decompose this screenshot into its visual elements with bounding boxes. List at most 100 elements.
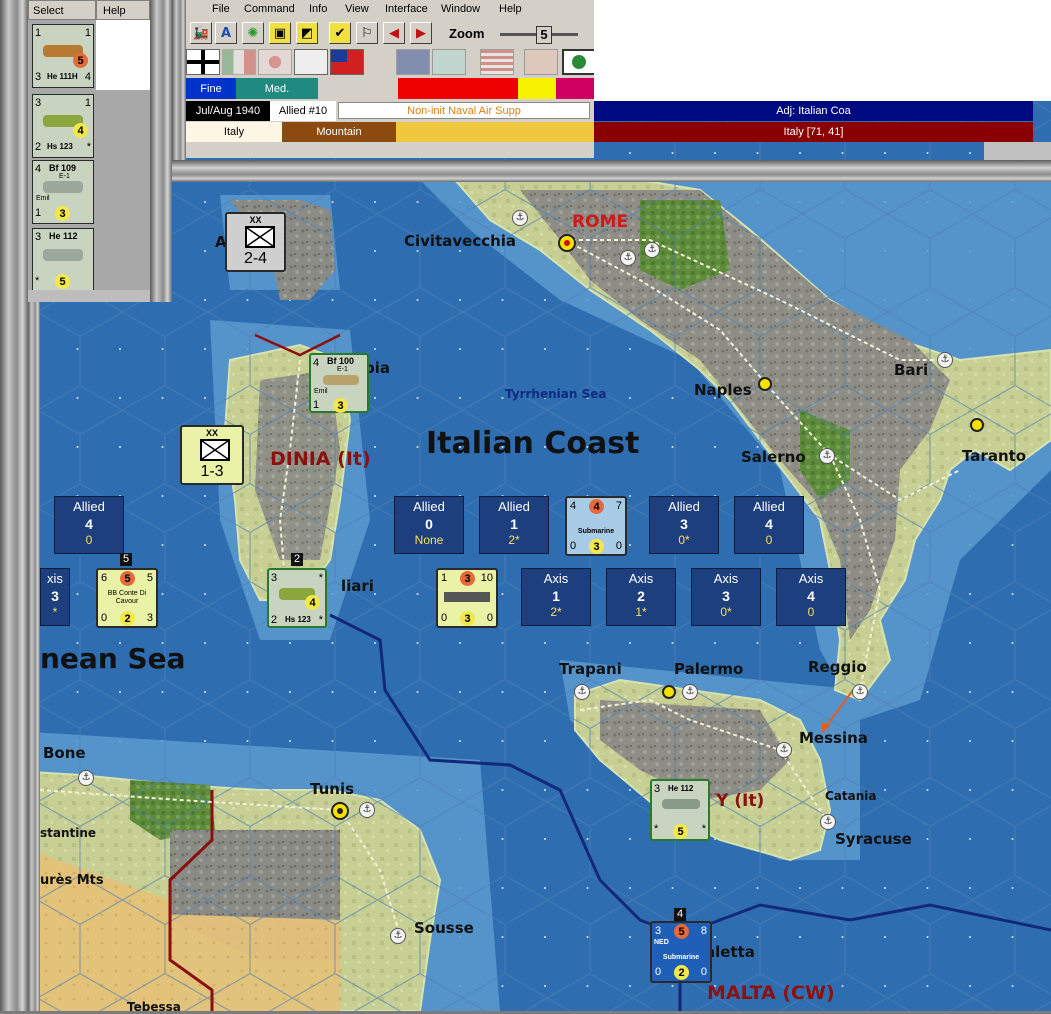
port-icon[interactable]: ⚓ xyxy=(620,250,636,266)
flag-selected-icon[interactable] xyxy=(562,49,596,75)
pan-icon[interactable]: ◩ xyxy=(296,22,318,44)
unit-list-item-4[interactable]: 3 He 112 * 5 xyxy=(32,228,94,292)
port-icon[interactable]: ⚓ xyxy=(359,802,375,818)
axis-box-1[interactable]: Axis 1 2* xyxy=(521,568,591,626)
port-icon[interactable]: ⚓ xyxy=(512,210,528,226)
zoom-slider-thumb[interactable]: 5 xyxy=(536,26,552,44)
port-icon[interactable]: ⚓ xyxy=(820,814,836,830)
flag-china-icon[interactable] xyxy=(330,49,364,75)
flag-japan-icon[interactable] xyxy=(258,49,292,75)
flag-icon[interactable]: ⚐ xyxy=(356,22,378,44)
sea-label-tyrrhenian: Tyrrhenian Sea xyxy=(505,387,607,401)
arrow-right-icon[interactable]: ▶ xyxy=(410,22,432,44)
port-icon[interactable]: ⚓ xyxy=(819,448,835,464)
allied-box-3[interactable]: Allied 1 2* xyxy=(479,496,549,554)
port-icon[interactable]: ⚓ xyxy=(78,770,94,786)
range-badge: 5 xyxy=(673,824,688,839)
infantry-symbol-icon xyxy=(245,226,275,248)
font-a-icon[interactable]: A xyxy=(215,22,237,44)
menu-file[interactable]: File xyxy=(212,3,230,15)
allied-box-5[interactable]: Allied 4 0 xyxy=(734,496,804,554)
train-icon[interactable]: 🚂 xyxy=(190,22,212,44)
hs123-air-counter[interactable]: 3 * 4 2 Hs 123 * xyxy=(267,568,327,628)
bf100-air-counter[interactable]: 4 Bf 100 E-1 Emil 1 3 xyxy=(309,353,369,413)
flag-france-icon[interactable] xyxy=(432,49,466,75)
unit-list-item-2[interactable]: 3 1 2 Hs 123 * 4 xyxy=(32,94,94,158)
unit-list-item-3[interactable]: 4 Bf 109 E-1 Emil 1 3 xyxy=(32,160,94,224)
city-label-salerno: Salerno xyxy=(741,448,806,466)
box-number: 3 xyxy=(722,588,730,604)
port-icon[interactable]: ⚓ xyxy=(574,684,590,700)
flag-ussr-icon[interactable] xyxy=(524,49,558,75)
flag-germany-small-icon[interactable] xyxy=(556,78,594,99)
tunis-city-icon[interactable] xyxy=(331,802,349,820)
menu-view[interactable]: View xyxy=(345,3,369,15)
select-button[interactable]: Select xyxy=(28,0,96,20)
box-number: 4 xyxy=(85,516,93,532)
allied-box-1[interactable]: Allied 4 0 xyxy=(54,496,124,554)
weather-med[interactable]: Med. xyxy=(236,78,318,99)
range-badge: 5 xyxy=(73,53,88,68)
panel-scrollbar[interactable] xyxy=(28,290,150,302)
axis-box-4[interactable]: Axis 4 0 xyxy=(776,568,846,626)
port-icon[interactable]: ⚓ xyxy=(776,742,792,758)
counter-value: * xyxy=(654,823,659,835)
box-sub: None xyxy=(414,533,444,547)
taranto-city-icon[interactable] xyxy=(970,418,984,432)
city-label-syracuse: Syracuse xyxy=(835,830,912,848)
counter-value: 0 xyxy=(486,612,493,624)
gear-icon[interactable]: ✺ xyxy=(242,22,264,44)
submarine-counter[interactable]: 4 4 7 Submarine 0 3 0 xyxy=(565,496,627,556)
allied-box-4[interactable]: Allied 3 0* xyxy=(649,496,719,554)
rome-capital-icon[interactable] xyxy=(558,234,576,252)
city-label-bari: Bari xyxy=(894,361,929,379)
division-counter-rome[interactable]: XX 2-4 xyxy=(225,212,286,272)
counter-value: 6 xyxy=(101,572,108,584)
allied-box-2[interactable]: Allied 0 None xyxy=(394,496,464,554)
stack-count-badge: 5 xyxy=(120,553,132,566)
menu-info[interactable]: Info xyxy=(309,3,327,15)
menu-interface[interactable]: Interface xyxy=(385,3,428,15)
port-icon[interactable]: ⚓ xyxy=(644,242,660,258)
city-label-sousse: Sousse xyxy=(414,919,474,937)
counter-value: 3 xyxy=(654,783,661,795)
port-icon[interactable]: ⚓ xyxy=(937,352,953,368)
palermo-city-icon[interactable] xyxy=(662,685,676,699)
stack-icon[interactable]: ▣ xyxy=(269,22,291,44)
help-button[interactable]: Help xyxy=(96,0,150,20)
city-label-civitavecchia: Civitavecchia xyxy=(404,232,517,250)
city-label-palermo: Palermo xyxy=(674,660,744,678)
arrow-left-icon[interactable]: ◀ xyxy=(383,22,405,44)
box-label: Axis xyxy=(543,571,569,586)
transport-ship-icon xyxy=(444,592,490,602)
port-icon[interactable]: ⚓ xyxy=(852,684,868,700)
port-icon[interactable]: ⚓ xyxy=(390,928,406,944)
he112-air-counter[interactable]: 3 He 112 * 5 * xyxy=(650,779,710,841)
check-icon[interactable]: ✔ xyxy=(329,22,351,44)
ned-submarine-counter[interactable]: 3 5 8 NED Submarine 0 2 0 xyxy=(650,921,712,983)
stack-count-badge: 2 xyxy=(291,553,303,566)
flag-uk-icon[interactable] xyxy=(396,49,430,75)
flag-empty-icon[interactable] xyxy=(294,49,328,75)
menu-help[interactable]: Help xyxy=(499,3,522,15)
axis-box-2[interactable]: Axis 2 1* xyxy=(606,568,676,626)
flag-usa-icon[interactable] xyxy=(480,49,514,75)
flag-germany-icon[interactable] xyxy=(186,49,220,75)
flag-italy-icon[interactable] xyxy=(222,49,256,75)
menu-command[interactable]: Command xyxy=(244,3,295,15)
unit-value: 1 xyxy=(35,207,42,219)
weather-fine[interactable]: Fine xyxy=(186,78,236,99)
axis-box-partial[interactable]: xis 3 * xyxy=(40,568,70,626)
transport-counter[interactable]: 1 3 10 0 3 0 xyxy=(436,568,498,628)
naples-city-icon[interactable] xyxy=(758,377,772,391)
port-icon[interactable]: ⚓ xyxy=(682,684,698,700)
menu-window[interactable]: Window xyxy=(441,3,480,15)
division-counter-sardinia[interactable]: XX 1-3 xyxy=(180,425,244,485)
unit-list-item-1[interactable]: 1 1 3 He 111H 4 5 xyxy=(32,24,94,88)
box-number: 2 xyxy=(637,588,645,604)
counter-value: * xyxy=(318,572,323,584)
axis-box-3[interactable]: Axis 3 0* xyxy=(691,568,761,626)
counter-value: 5 xyxy=(146,572,153,584)
zoom-label: Zoom xyxy=(449,26,485,41)
battleship-counter[interactable]: 6 5 5 BB Conte Di Cavour 0 2 3 xyxy=(96,568,158,628)
